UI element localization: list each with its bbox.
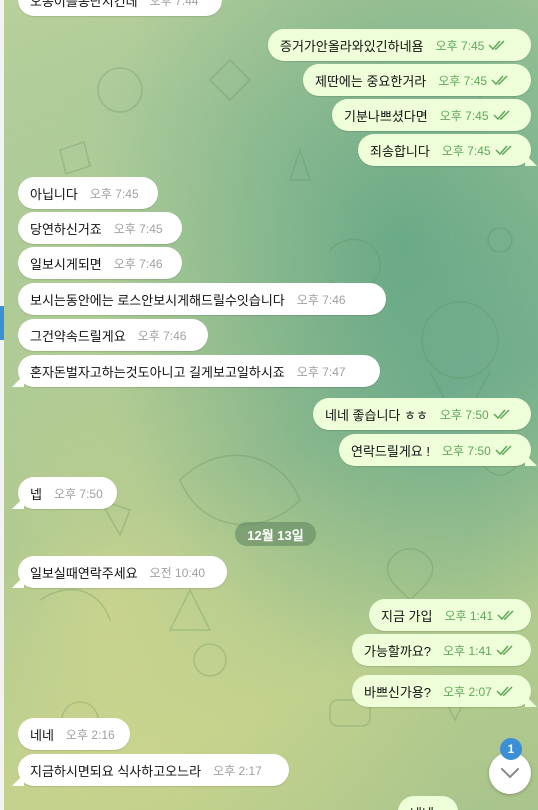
message-text: 일보시게되면 xyxy=(30,256,102,272)
message-text: 당연하신거죠 xyxy=(30,221,102,237)
double-check-icon xyxy=(488,40,505,51)
message-bubble-outgoing[interactable]: 증거가안올라와있긴하네욤 오후 7:45 xyxy=(268,29,531,61)
message-text: 기분나쁘셨다면 xyxy=(344,108,428,124)
message-text: 제딴에는 중요한거라 xyxy=(315,73,427,89)
message-bubble-incoming[interactable]: 그건약속드릴게요 오후 7:46 xyxy=(18,319,208,351)
message-bubble-outgoing[interactable]: 네네 좋습니다 ㅎㅎ 오후 7:50 xyxy=(313,398,531,430)
message-text: 그건약속드릴게요 xyxy=(30,328,126,344)
message-bubble-incoming[interactable]: 일보실때연락주세요 오전 10:40 xyxy=(18,556,227,588)
double-check-icon xyxy=(493,409,510,420)
message-bubble-incoming[interactable]: 일보시게되면 오후 7:46 xyxy=(18,247,182,279)
message-text: 보시는동안에는 로스안보시게해드릴수잇습니다 xyxy=(30,292,285,308)
double-check-icon xyxy=(496,686,513,697)
message-text: 연락드릴게요 ! xyxy=(351,443,430,459)
double-check-icon xyxy=(492,110,510,121)
message-bubble-incoming[interactable]: 오동이를봉단지건데 오후 7:44 xyxy=(18,0,222,16)
message-time: 오후 7:46 xyxy=(113,256,163,271)
double-check-icon xyxy=(496,645,513,656)
message-text: 증거가안올라와있긴하네욤 xyxy=(280,38,424,54)
message-time: 오후 7:45 xyxy=(89,186,139,201)
message-time: 오후 7:50 xyxy=(53,486,103,501)
message-text: 가능할까요? xyxy=(364,643,432,659)
message-time: 오후 7:44 xyxy=(149,0,199,8)
message-text: 지금하시면되요 식사하고오느라 xyxy=(30,763,202,779)
message-bubble-incoming[interactable]: 네네 오후 2:16 xyxy=(18,718,130,750)
message-bubble-outgoing[interactable]: 네네 xyxy=(398,796,458,810)
message-time: 오후 2:17 xyxy=(213,763,262,778)
message-text: 혼자돈벌자고하는것도아니고 길게보고일하시죠 xyxy=(30,364,285,380)
message-time: 오후 7:45 xyxy=(441,143,491,158)
message-bubble-incoming[interactable]: 혼자돈벌자고하는것도아니고 길게보고일하시죠 오후 7:47 xyxy=(18,355,380,387)
double-check-icon xyxy=(491,75,508,86)
message-bubble-outgoing[interactable]: 제딴에는 중요한거라 오후 7:45 xyxy=(303,64,531,96)
message-time: 오후 7:46 xyxy=(296,292,346,307)
message-time: 오후 2:16 xyxy=(65,727,115,742)
message-bubble-outgoing[interactable]: 지금 가입 오후 1:41 xyxy=(369,599,531,631)
message-time: 오후 7:50 xyxy=(441,443,491,458)
message-time: 오후 1:41 xyxy=(443,643,492,658)
message-bubble-incoming[interactable]: 지금하시면되요 식사하고오느라 오후 2:17 xyxy=(18,754,289,786)
message-bubble-outgoing[interactable]: 가능할까요? 오후 1:41 xyxy=(352,634,531,666)
message-text: 아닙니다 xyxy=(30,186,78,202)
message-bubble-incoming[interactable]: 보시는동안에는 로스안보시게해드릴수잇습니다 오후 7:46 xyxy=(18,283,386,315)
message-time: 오후 7:45 xyxy=(438,73,488,88)
unread-count-badge: 1 xyxy=(500,738,522,760)
message-time: 오후 1:41 xyxy=(444,608,494,623)
chevron-down-icon xyxy=(501,768,519,778)
message-text: 넵 xyxy=(30,486,42,502)
double-check-icon xyxy=(495,445,512,456)
message-bubble-outgoing[interactable]: 연락드릴게요 ! 오후 7:50 xyxy=(339,434,531,466)
message-time: 오전 10:40 xyxy=(149,565,206,580)
message-text: 바쁘신가용? xyxy=(364,684,432,700)
message-bubble-outgoing[interactable]: 바쁘신가용? 오후 2:07 xyxy=(352,675,531,707)
message-bubble-outgoing[interactable]: 기분나쁘셨다면 오후 7:45 xyxy=(332,99,531,131)
message-list[interactable]: 오동이를봉단지건데 오후 7:44 증거가안올라와있긴하네욤 오후 7:45 제… xyxy=(0,0,538,810)
message-time: 오후 7:45 xyxy=(435,38,485,53)
message-text: 오동이를봉단지건데 xyxy=(30,0,138,9)
message-time: 오후 7:47 xyxy=(296,364,346,379)
message-bubble-incoming[interactable]: 당연하신거죠 오후 7:45 xyxy=(18,212,182,244)
message-text: 네네 xyxy=(410,803,434,810)
message-bubble-incoming[interactable]: 아닙니다 오후 7:45 xyxy=(18,177,158,209)
message-time: 오후 2:07 xyxy=(443,684,492,699)
double-check-icon xyxy=(497,610,514,621)
message-text: 죄송합니다 xyxy=(370,143,430,159)
message-text: 지금 가입 xyxy=(381,608,433,624)
date-divider: 12월 13일 xyxy=(235,522,316,546)
message-bubble-outgoing[interactable]: 죄송합니다 오후 7:45 xyxy=(358,134,531,166)
message-bubble-incoming[interactable]: 넵 오후 7:50 xyxy=(18,477,117,509)
message-text: 네네 xyxy=(30,727,54,743)
message-time: 오후 7:46 xyxy=(137,328,187,343)
message-time: 오후 7:50 xyxy=(439,407,489,422)
message-text: 네네 좋습니다 ㅎㅎ xyxy=(325,407,428,423)
message-text: 일보실때연락주세요 xyxy=(30,565,138,581)
message-time: 오후 7:45 xyxy=(439,108,489,123)
double-check-icon xyxy=(495,145,512,156)
message-time: 오후 7:45 xyxy=(113,221,163,236)
